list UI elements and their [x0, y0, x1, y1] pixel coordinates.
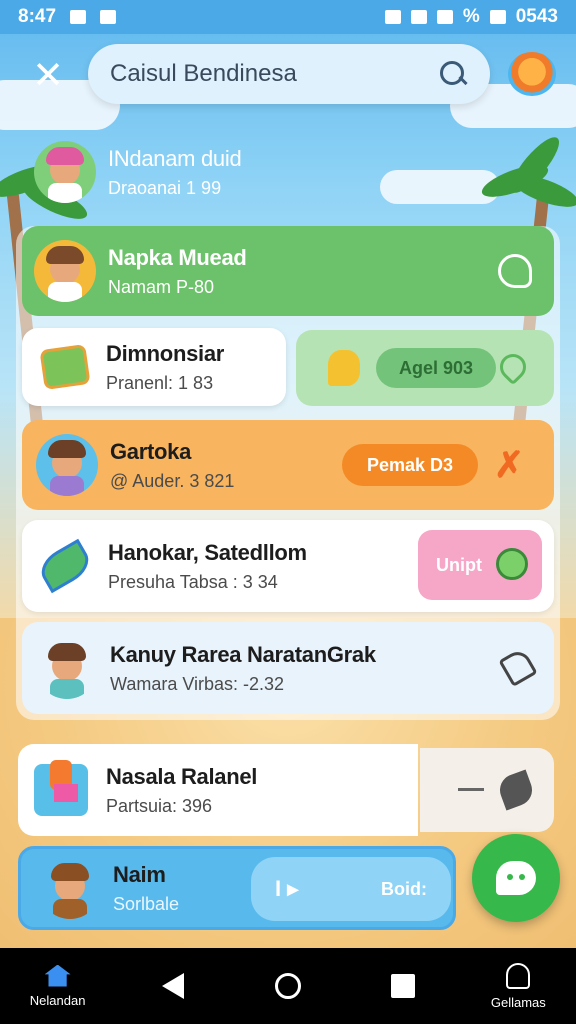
item-title: Gartoka [110, 438, 192, 464]
list-item[interactable]: INdanam duid Draoanai 1 99 [34, 134, 334, 210]
gift-icon [328, 350, 360, 386]
close-icon: ✕ [32, 55, 64, 97]
leaf-dark-icon[interactable] [495, 769, 537, 811]
search-input[interactable] [110, 60, 438, 88]
profile-avatar[interactable] [508, 52, 556, 96]
pemak-pill-label: Pemak D3 [366, 454, 454, 475]
recents-icon [391, 974, 416, 998]
list-item[interactable]: Dimnonsiar Pranenl: 1 83 [22, 328, 286, 406]
pemak-pill[interactable]: Pemak D3 [342, 444, 478, 486]
list-item[interactable]: Hanokar, Satedllom Presuha Tabsa : 3 34 … [22, 520, 554, 612]
avatar [34, 141, 96, 203]
item-title: Kanuy Rarea NaratanGrak [110, 641, 376, 667]
avatar [39, 857, 101, 919]
agent-panel[interactable]: Agel 903 [296, 330, 554, 406]
heart-icon[interactable] [494, 348, 532, 386]
list-item[interactable]: Naim Sorlbale I ▸ Boid: [18, 846, 456, 930]
avatar [34, 240, 96, 302]
status-time: 8:47 [18, 6, 57, 27]
battery-icon [489, 10, 506, 24]
list-item[interactable]: Gartoka @ Auder. 3 821 Pemak D3 ✗ [22, 420, 554, 510]
status-bar: 8:47 % 0543 [0, 0, 576, 34]
nav-profile[interactable]: Gellamas [468, 962, 568, 1010]
item-title: Nasala Ralanel [106, 763, 258, 789]
alarm-icon [410, 10, 427, 24]
unipt-pill[interactable]: Unipt [418, 530, 542, 600]
map-icon [39, 343, 91, 391]
agent-pill[interactable]: Agel 903 [376, 348, 496, 388]
close-button[interactable]: ✕ [26, 56, 70, 96]
avatar [36, 434, 98, 496]
item-subtitle: Presuha Tabsa : 3 34 [108, 571, 278, 592]
nav-profile-label: Gellamas [490, 994, 546, 1010]
signal-icon [436, 10, 453, 24]
user-icon [506, 962, 531, 989]
item-subtitle: Partsuia: 396 [106, 795, 213, 816]
nav-home-circle[interactable] [238, 973, 338, 999]
heart-outline-icon[interactable] [498, 254, 532, 288]
player-pill-label: Boid: [381, 878, 427, 899]
chat-icon [496, 861, 536, 895]
item-title: Naim [113, 861, 166, 887]
item-subtitle: Namam P-80 [108, 276, 215, 297]
item-subtitle: Wamara Virbas: -2.32 [110, 673, 285, 694]
item-title: Hanokar, Satedllom [108, 539, 307, 565]
leaf-icon [34, 538, 96, 594]
nav-home-label: Nelandan [29, 992, 86, 1008]
list-item[interactable]: Kanuy Rarea NaratanGrak Wamara Virbas: -… [22, 622, 554, 714]
home-circle-icon [274, 973, 301, 999]
edit-icon[interactable] [498, 647, 538, 687]
wifi-icon [384, 10, 401, 24]
back-icon [161, 973, 184, 999]
unipt-pill-label: Unipt [436, 554, 482, 575]
avatar [36, 637, 98, 699]
nav-back[interactable] [123, 973, 223, 999]
item-title: INdanam duid [108, 145, 242, 171]
item-title: Dimnonsiar [106, 340, 225, 366]
chat-fab-button[interactable] [472, 834, 560, 922]
quick-actions [420, 748, 554, 832]
item-subtitle: Pranenl: 1 83 [106, 372, 214, 393]
item-title: Napka Muead [108, 244, 247, 270]
download-notification-icon [100, 10, 117, 24]
search-bar[interactable] [88, 44, 490, 104]
item-subtitle: @ Auder. 3 821 [110, 470, 235, 491]
scissors-icon[interactable]: ✗ [494, 446, 528, 484]
photo-notification-icon [70, 10, 87, 24]
battery-percent: % [462, 6, 480, 27]
item-subtitle: Sorlbale [113, 893, 180, 914]
nav-home[interactable]: Nelandan [8, 964, 108, 1008]
play-icon[interactable]: I ▸ [275, 876, 298, 902]
minus-icon[interactable] [458, 788, 484, 791]
nav-recents[interactable] [353, 974, 453, 998]
status-right-text: 0543 [515, 6, 558, 27]
bottom-nav: Nelandan Gellamas [0, 948, 576, 1024]
home-icon [44, 964, 71, 987]
search-icon[interactable] [438, 59, 468, 89]
flag-icon [34, 760, 88, 816]
list-item[interactable]: Napka Muead Namam P-80 [22, 226, 554, 316]
list-item[interactable]: Nasala Ralanel Partsuia: 396 [18, 744, 418, 836]
item-subtitle: Draoanai 1 99 [108, 177, 222, 198]
player-pill[interactable]: I ▸ Boid: [251, 857, 451, 921]
power-icon [496, 548, 528, 580]
agent-pill-label: Agel 903 [398, 357, 474, 378]
